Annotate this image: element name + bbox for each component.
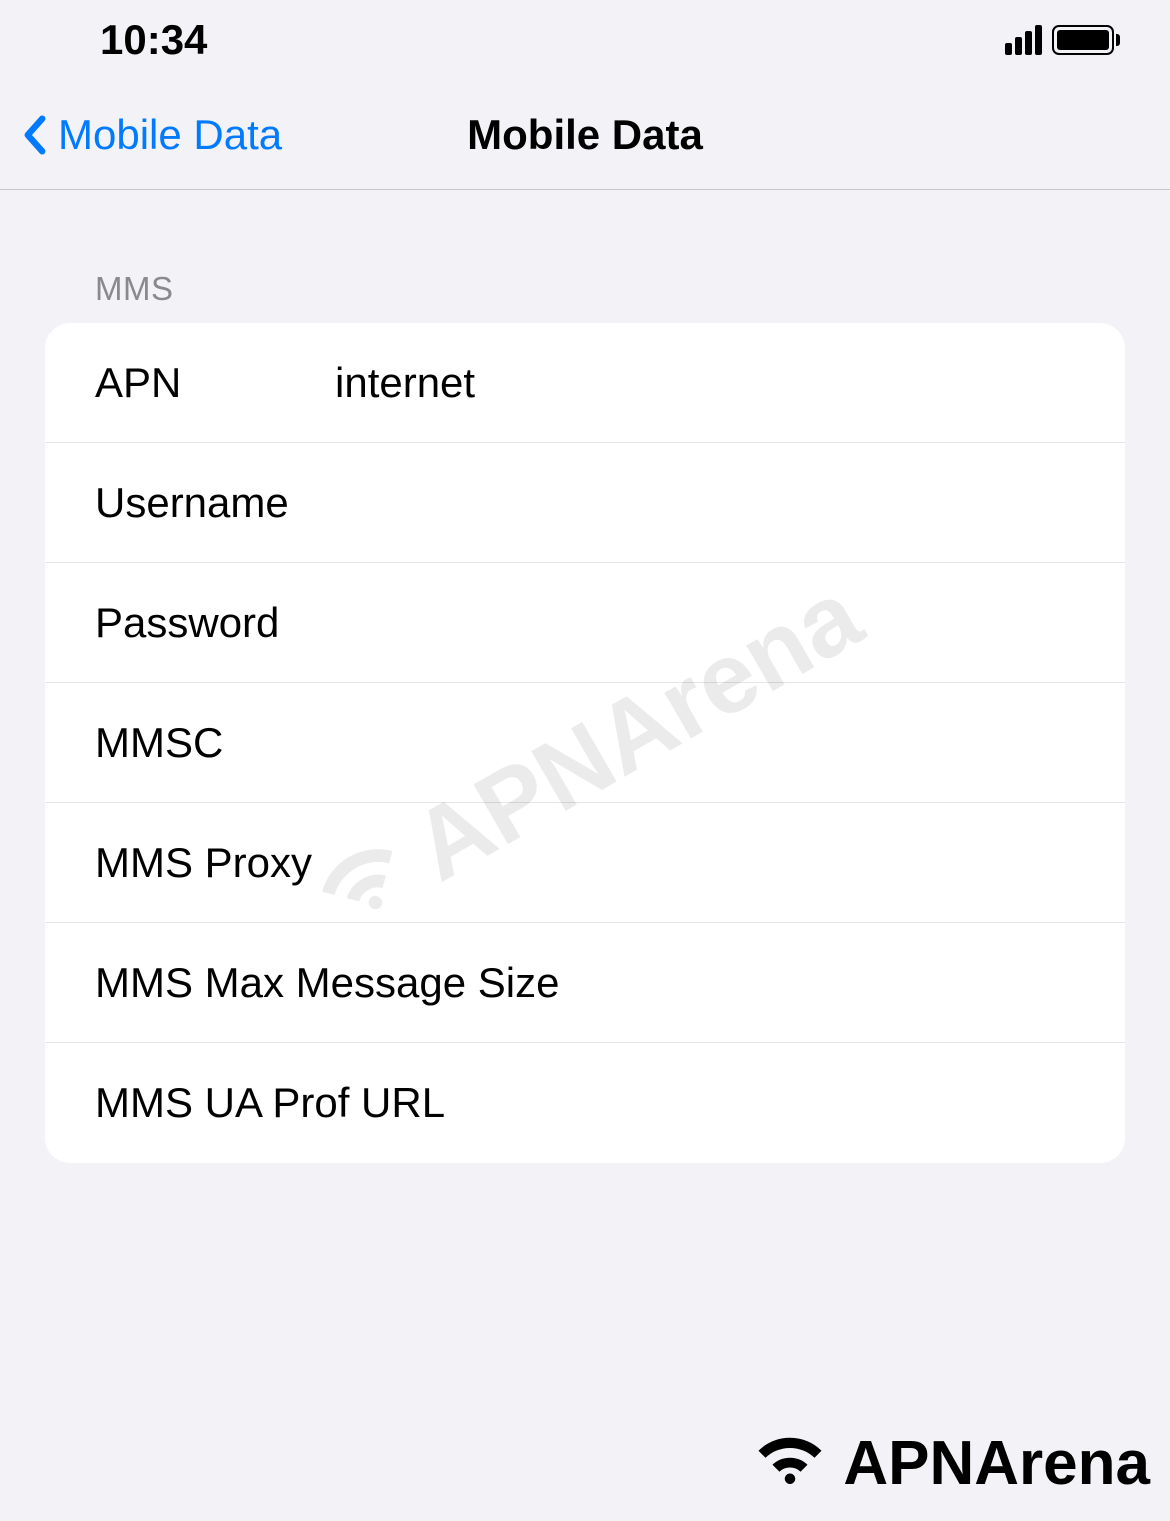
status-indicators [1005,25,1120,55]
row-mms-proxy[interactable]: MMS Proxy [45,803,1125,923]
status-bar: 10:34 [0,0,1170,80]
input-mms-max-size[interactable] [559,959,1100,1007]
footer-logo-text: APNArena [843,1428,1150,1499]
label-mms-proxy: MMS Proxy [95,839,335,887]
chevron-left-icon [20,110,50,160]
input-mms-proxy[interactable] [335,839,1075,887]
back-button[interactable]: Mobile Data [20,110,282,160]
cellular-signal-icon [1005,25,1042,55]
input-password[interactable] [335,599,1075,647]
label-mms-ua-prof: MMS UA Prof URL [95,1079,445,1127]
row-username[interactable]: Username [45,443,1125,563]
row-mms-max-size[interactable]: MMS Max Message Size [45,923,1125,1043]
wifi-icon [745,1421,835,1506]
input-mmsc[interactable] [335,719,1075,767]
status-time: 10:34 [100,16,207,64]
content-area: MMS APN Username Password MMSC MMS Proxy… [0,190,1170,1163]
label-mms-max-size: MMS Max Message Size [95,959,559,1007]
section-header-mms: MMS [0,230,1170,323]
back-label: Mobile Data [58,111,282,159]
label-mmsc: MMSC [95,719,335,767]
battery-icon [1052,25,1120,55]
label-apn: APN [95,359,335,407]
label-username: Username [95,479,335,527]
label-password: Password [95,599,335,647]
navigation-bar: Mobile Data Mobile Data [0,80,1170,190]
input-apn[interactable] [335,359,1075,407]
row-mmsc[interactable]: MMSC [45,683,1125,803]
footer-logo: APNArena [745,1421,1150,1506]
input-mms-ua-prof[interactable] [445,1079,1075,1127]
row-apn[interactable]: APN [45,323,1125,443]
input-username[interactable] [335,479,1075,527]
page-title: Mobile Data [467,111,703,159]
settings-group-mms: APN Username Password MMSC MMS Proxy MMS… [45,323,1125,1163]
row-password[interactable]: Password [45,563,1125,683]
row-mms-ua-prof[interactable]: MMS UA Prof URL [45,1043,1125,1163]
